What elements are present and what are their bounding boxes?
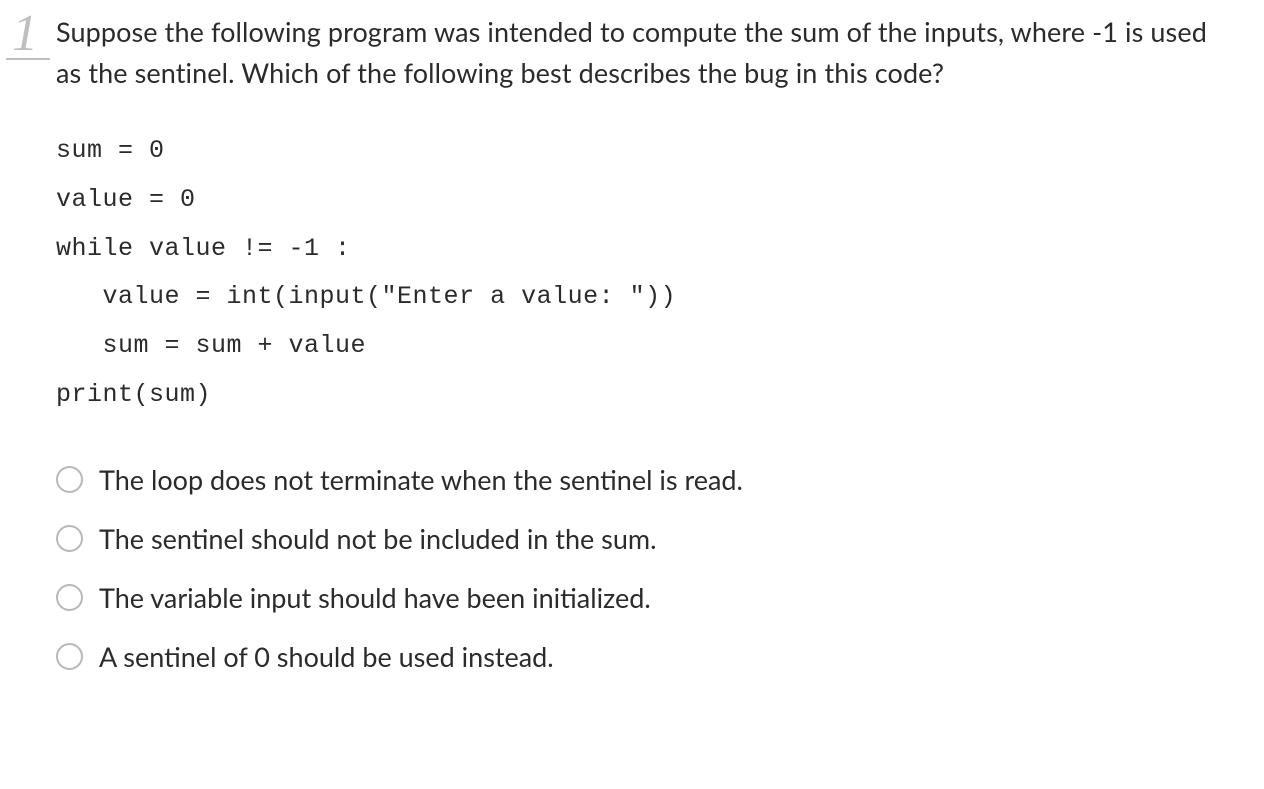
option-2[interactable]: The sentinel should not be included in t… xyxy=(56,521,1224,556)
question-number-underline xyxy=(6,58,50,60)
question-number: 1 xyxy=(12,8,38,60)
question-prompt: Suppose the following program was intend… xyxy=(56,12,1224,93)
option-label: The loop does not terminate when the sen… xyxy=(99,462,743,497)
options-list: The loop does not terminate when the sen… xyxy=(56,462,1224,674)
radio-icon xyxy=(56,643,83,670)
option-label: The sentinel should not be included in t… xyxy=(99,521,657,556)
question-page: 1 Suppose the following program was inte… xyxy=(0,0,1264,714)
radio-icon xyxy=(56,584,83,611)
radio-icon xyxy=(56,466,83,493)
option-3[interactable]: The variable input should have been init… xyxy=(56,580,1224,615)
radio-icon xyxy=(56,525,83,552)
code-block: sum = 0 value = 0 while value != -1 : va… xyxy=(56,127,1224,420)
option-4[interactable]: A sentinel of 0 should be used instead. xyxy=(56,639,1224,674)
option-label: A sentinel of 0 should be used instead. xyxy=(99,639,554,674)
option-1[interactable]: The loop does not terminate when the sen… xyxy=(56,462,1224,497)
option-label: The variable input should have been init… xyxy=(99,580,651,615)
